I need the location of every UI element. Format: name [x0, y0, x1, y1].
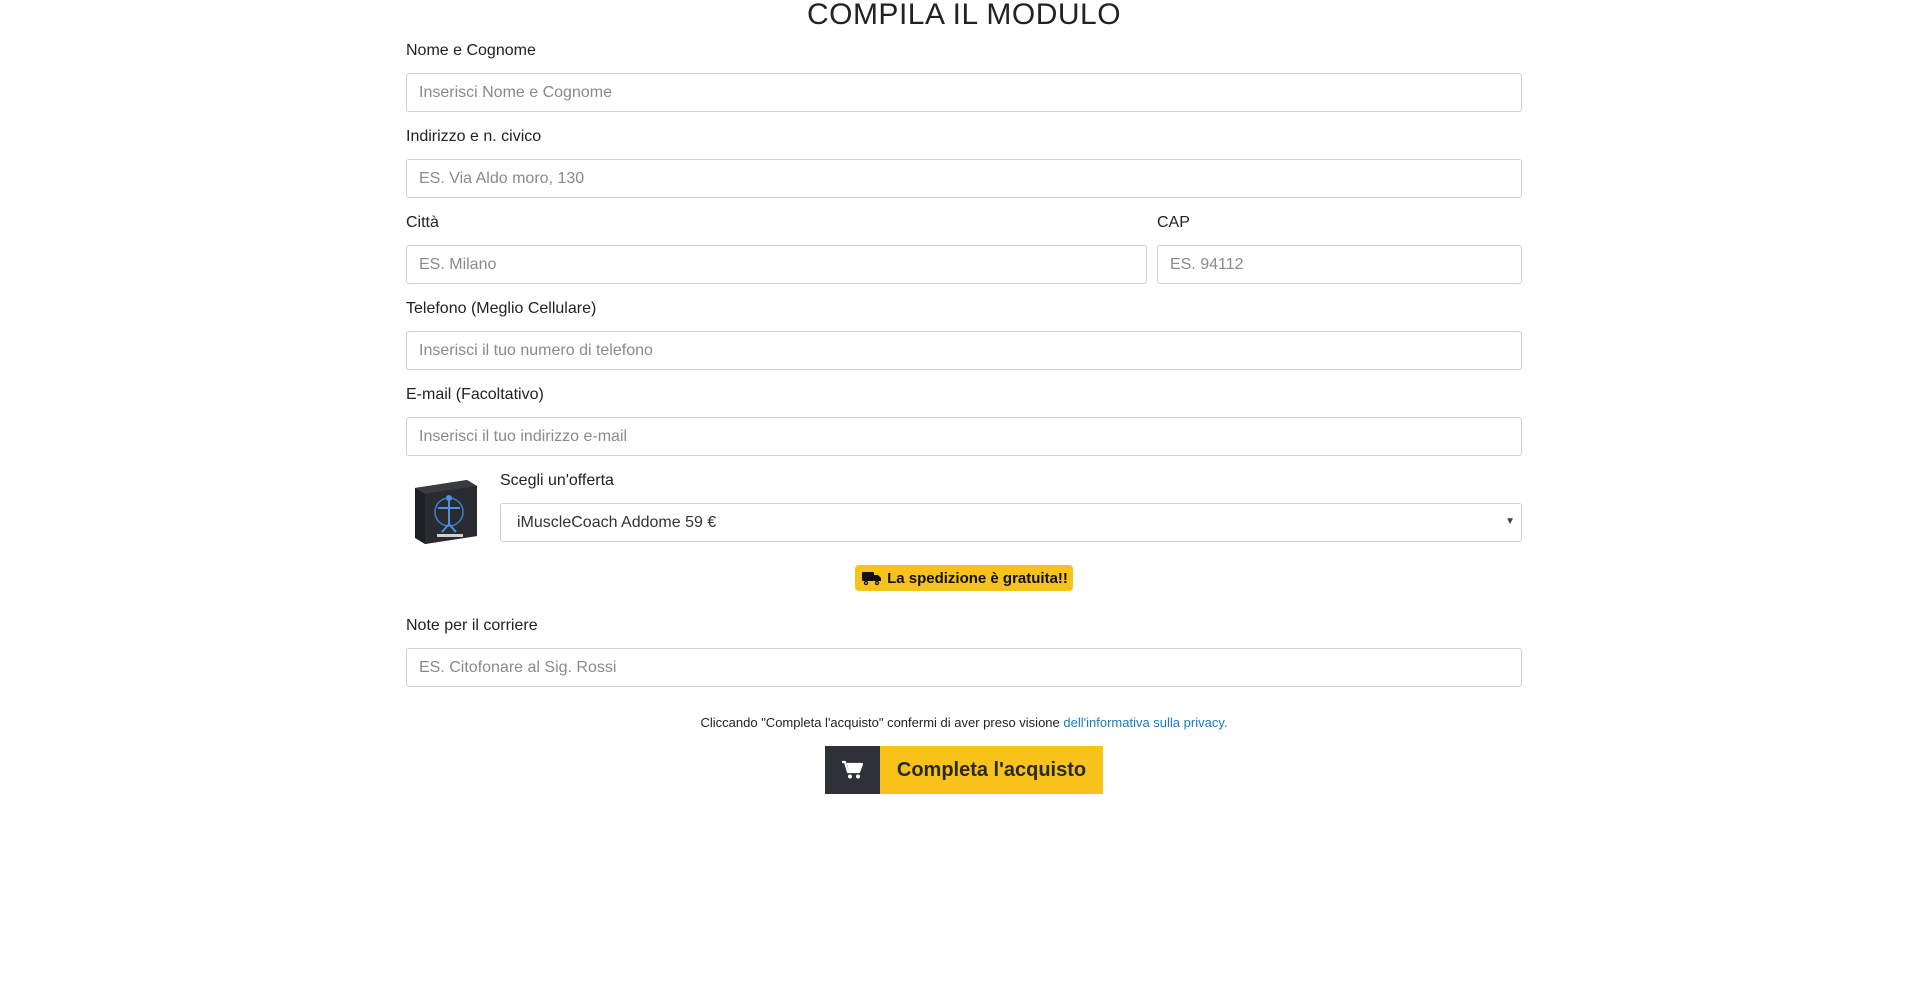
phone-label: Telefono (Meglio Cellulare) [406, 300, 597, 317]
phone-field-group: Telefono (Meglio Cellulare) [406, 298, 1522, 370]
btn-icon-box [824, 746, 880, 794]
offer-label: Scegli un'offerta [500, 472, 614, 489]
product-box-image [415, 480, 477, 544]
offer-select[interactable]: iMuscleCoach Addome 59 € ▼ [500, 503, 1522, 542]
city-input[interactable] [406, 245, 1147, 284]
name-input[interactable] [406, 73, 1522, 112]
shopping-cart-icon [842, 760, 864, 779]
shipping-badge: La spedizione è gratuita!! [855, 565, 1073, 591]
offer-select-value: iMuscleCoach Addome 59 € [517, 513, 717, 531]
privacy-notice: Cliccando "Completa l'acquisto" confermi… [406, 715, 1522, 731]
address-input[interactable] [406, 159, 1522, 198]
shipping-badge-text: La spedizione è gratuita!! [887, 569, 1068, 587]
submit-wrap: Completa l'acquisto [406, 746, 1522, 794]
address-field-group: Indirizzo e n. civico [406, 126, 1522, 198]
privacy-link[interactable]: dell'informativa sulla privacy. [1063, 715, 1227, 730]
name-field-group: Nome e Cognome [406, 40, 1522, 112]
cap-label: CAP [1157, 214, 1190, 231]
page: COMPILA IL MODULO Nome e Cognome Indiriz… [0, 0, 1920, 1000]
product-image [406, 472, 486, 552]
page-title: COMPILA IL MODULO [806, 0, 1122, 31]
submit-button[interactable]: Completa l'acquisto [824, 746, 1104, 794]
address-label: Indirizzo e n. civico [406, 128, 542, 145]
phone-input[interactable] [406, 331, 1522, 370]
order-form: COMPILA IL MODULO Nome e Cognome Indiriz… [406, 0, 1522, 794]
submit-label: Completa l'acquisto [879, 746, 1104, 794]
cap-input[interactable] [1157, 245, 1522, 284]
offer-row: Scegli un'offerta iMuscleCoach Addome 59… [406, 470, 1522, 552]
email-field-group: E-mail (Facoltativo) [406, 384, 1522, 456]
email-label: E-mail (Facoltativo) [406, 386, 544, 403]
shipping-badge-wrap: La spedizione è gratuita!! [406, 565, 1522, 591]
notes-input[interactable] [406, 648, 1522, 687]
privacy-text: Cliccando "Completa l'acquisto" confermi… [700, 715, 1064, 730]
truck-icon [862, 571, 882, 585]
offer-field-group: Scegli un'offerta iMuscleCoach Addome 59… [500, 470, 1522, 542]
email-input[interactable] [406, 417, 1522, 456]
city-cap-row: Città CAP [406, 212, 1522, 284]
city-field-group: Città [406, 212, 1147, 284]
notes-label: Note per il corriere [406, 617, 538, 634]
name-label: Nome e Cognome [406, 42, 536, 59]
caret-down-icon: ▼ [1505, 516, 1515, 527]
cap-field-group: CAP [1157, 212, 1522, 284]
notes-field-group: Note per il corriere [406, 615, 1522, 687]
city-label: Città [406, 214, 439, 231]
